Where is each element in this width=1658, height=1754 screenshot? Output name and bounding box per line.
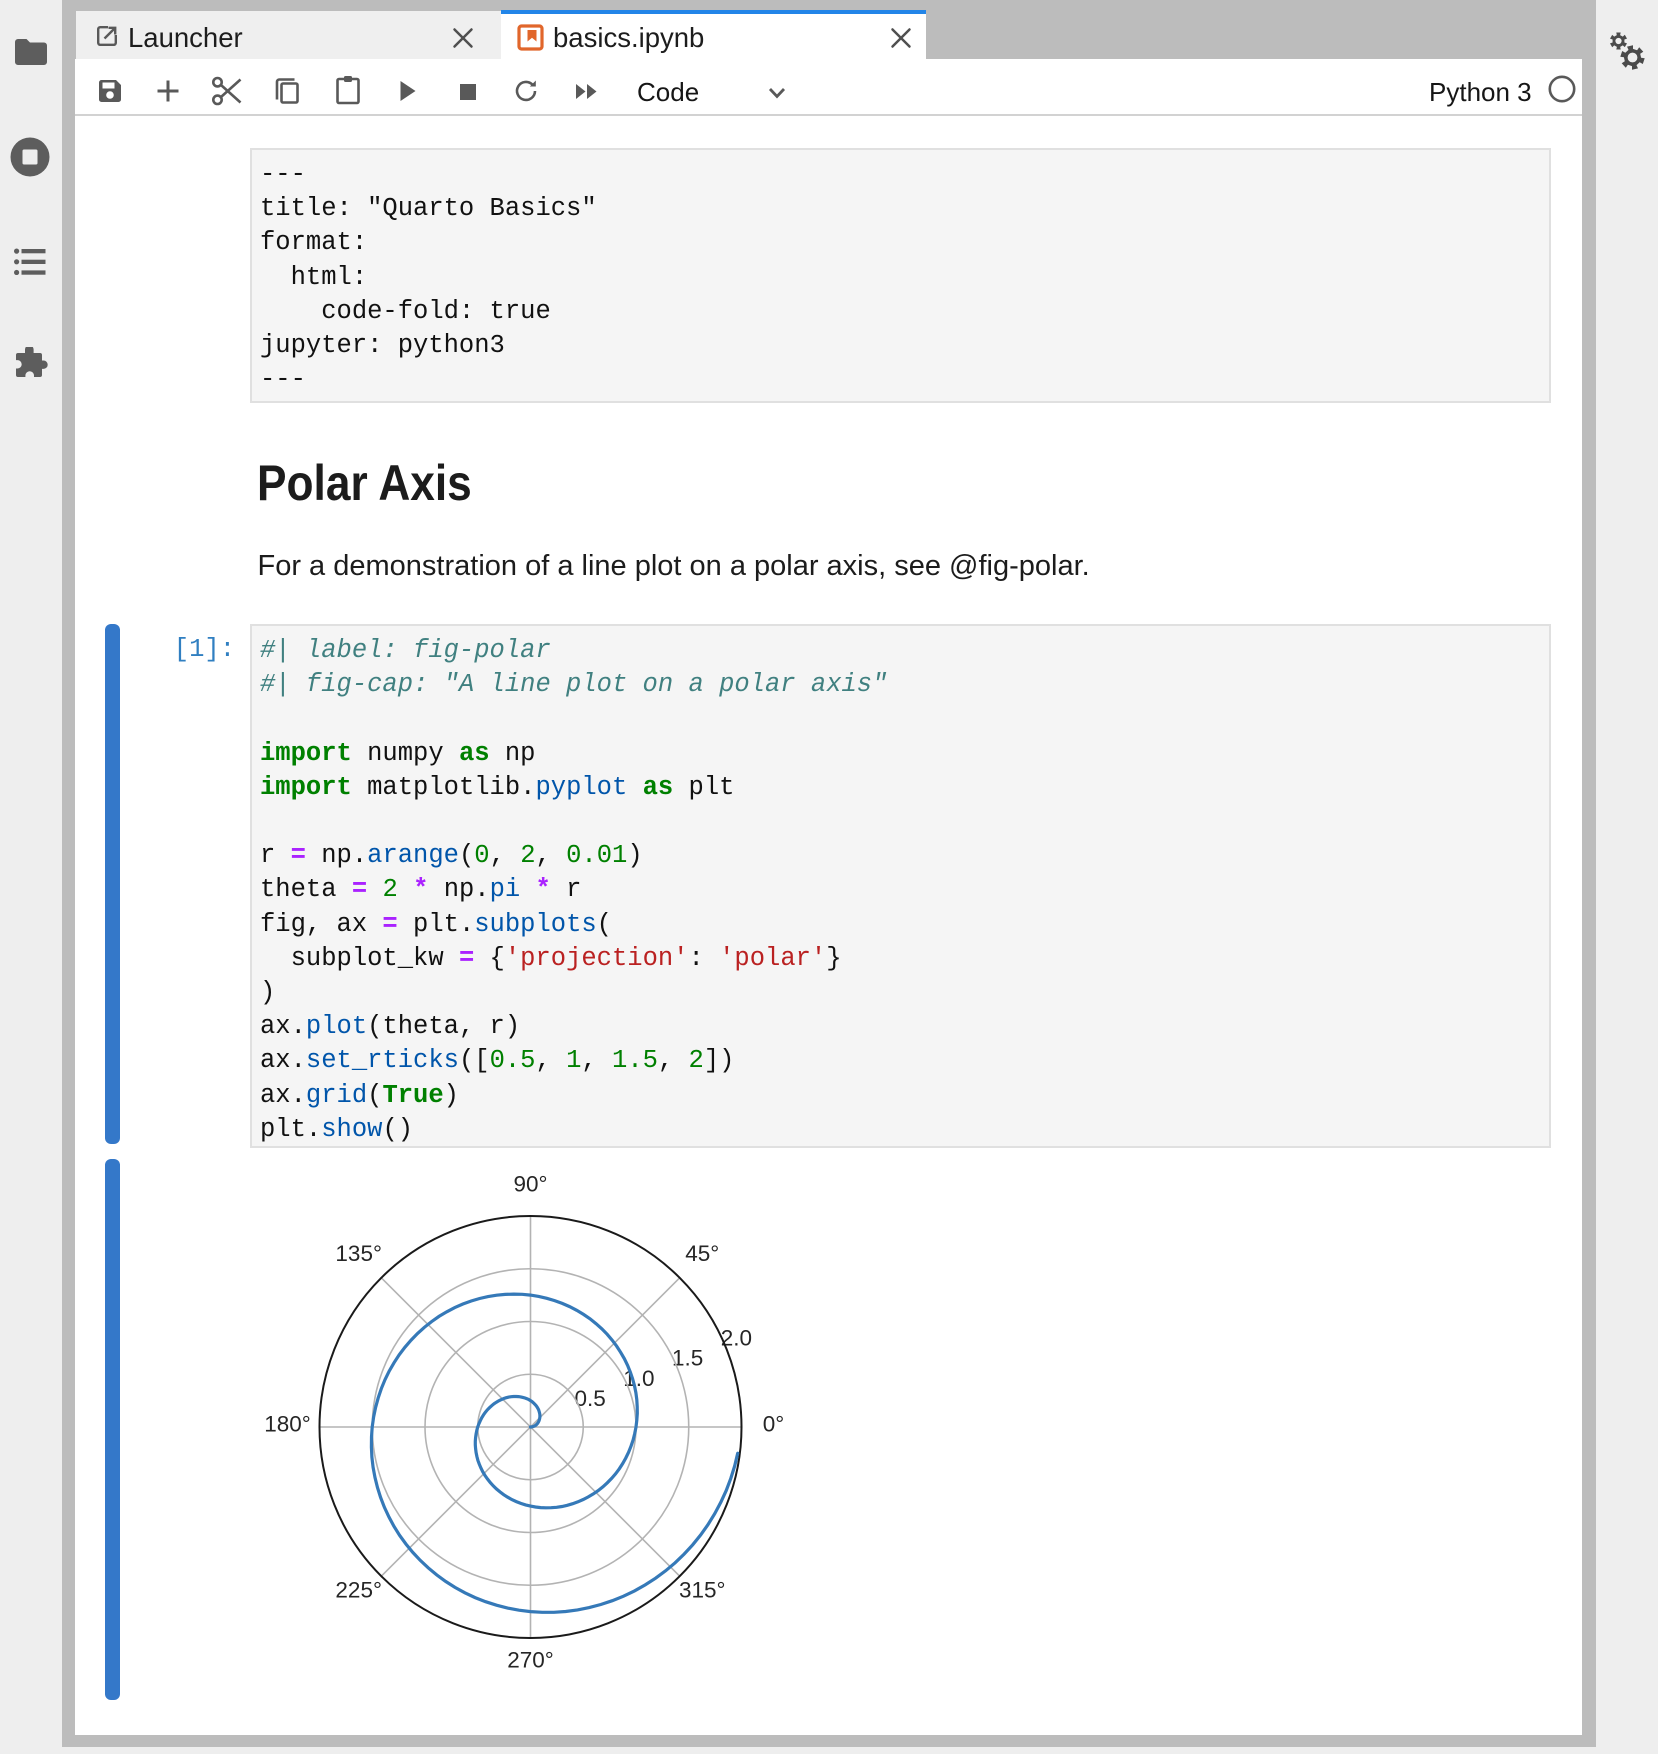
svg-text:270°: 270°: [507, 1648, 554, 1673]
svg-text:135°: 135°: [335, 1241, 382, 1266]
svg-text:315°: 315°: [679, 1577, 726, 1602]
svg-text:225°: 225°: [335, 1577, 382, 1602]
svg-text:90°: 90°: [513, 1172, 547, 1197]
svg-text:0°: 0°: [763, 1412, 785, 1437]
svg-text:45°: 45°: [685, 1241, 719, 1266]
svg-text:180°: 180°: [264, 1412, 311, 1437]
